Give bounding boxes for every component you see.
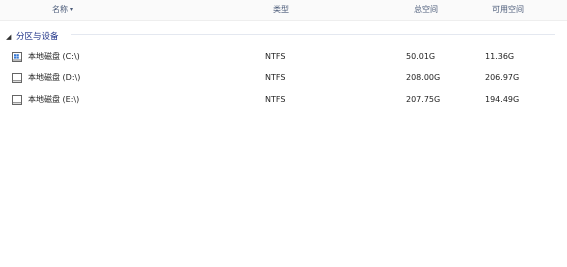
drive-row-e[interactable]: 本地磁盘 (E:\) NTFS 207.75G 194.49G: [0, 92, 567, 108]
column-header-total[interactable]: 总空间: [414, 0, 438, 20]
drive-name: 本地磁盘 (D:\): [28, 73, 81, 82]
drive-total-space: 208.00G: [406, 73, 441, 82]
sort-desc-icon: ▾: [70, 6, 74, 13]
group-title: 分区与设备: [16, 32, 59, 42]
file-browser: 名称 ▾ 类型 总空间 可用空间 ◢ 分区与设备 本地磁盘 (C:\) NTFS 5…: [0, 0, 567, 267]
drive-total-space: 50.01G: [406, 52, 436, 61]
drive-type: NTFS: [265, 52, 286, 61]
column-header-total-label: 总空间: [414, 5, 438, 14]
column-header-type[interactable]: 类型: [273, 0, 289, 20]
column-header-bar: 名称 ▾ 类型 总空间 可用空间: [0, 0, 567, 21]
drive-icon: [12, 95, 22, 105]
collapse-triangle-icon[interactable]: ◢: [6, 30, 14, 44]
column-header-free[interactable]: 可用空间: [492, 0, 524, 20]
drive-type: NTFS: [265, 73, 286, 82]
drive-name: 本地磁盘 (E:\): [28, 95, 80, 104]
drive-free-space: 194.49G: [485, 95, 520, 104]
column-header-type-label: 类型: [273, 5, 289, 14]
drive-total-space: 207.75G: [406, 95, 441, 104]
drive-row-d[interactable]: 本地磁盘 (D:\) NTFS 208.00G 206.97G: [0, 70, 567, 86]
drive-type: NTFS: [265, 95, 286, 104]
drive-free-space: 11.36G: [485, 52, 515, 61]
drive-icon: [12, 73, 22, 83]
column-header-name[interactable]: 名称 ▾: [52, 0, 73, 20]
group-divider: [71, 34, 555, 35]
drive-row-c[interactable]: 本地磁盘 (C:\) NTFS 50.01G 11.36G: [0, 49, 567, 65]
system-drive-icon: [12, 52, 22, 62]
drive-name: 本地磁盘 (C:\): [28, 52, 80, 61]
column-header-free-label: 可用空间: [492, 5, 524, 14]
group-partitions-devices[interactable]: ◢ 分区与设备: [6, 27, 561, 44]
drive-free-space: 206.97G: [485, 73, 520, 82]
column-header-name-label: 名称: [52, 5, 68, 14]
